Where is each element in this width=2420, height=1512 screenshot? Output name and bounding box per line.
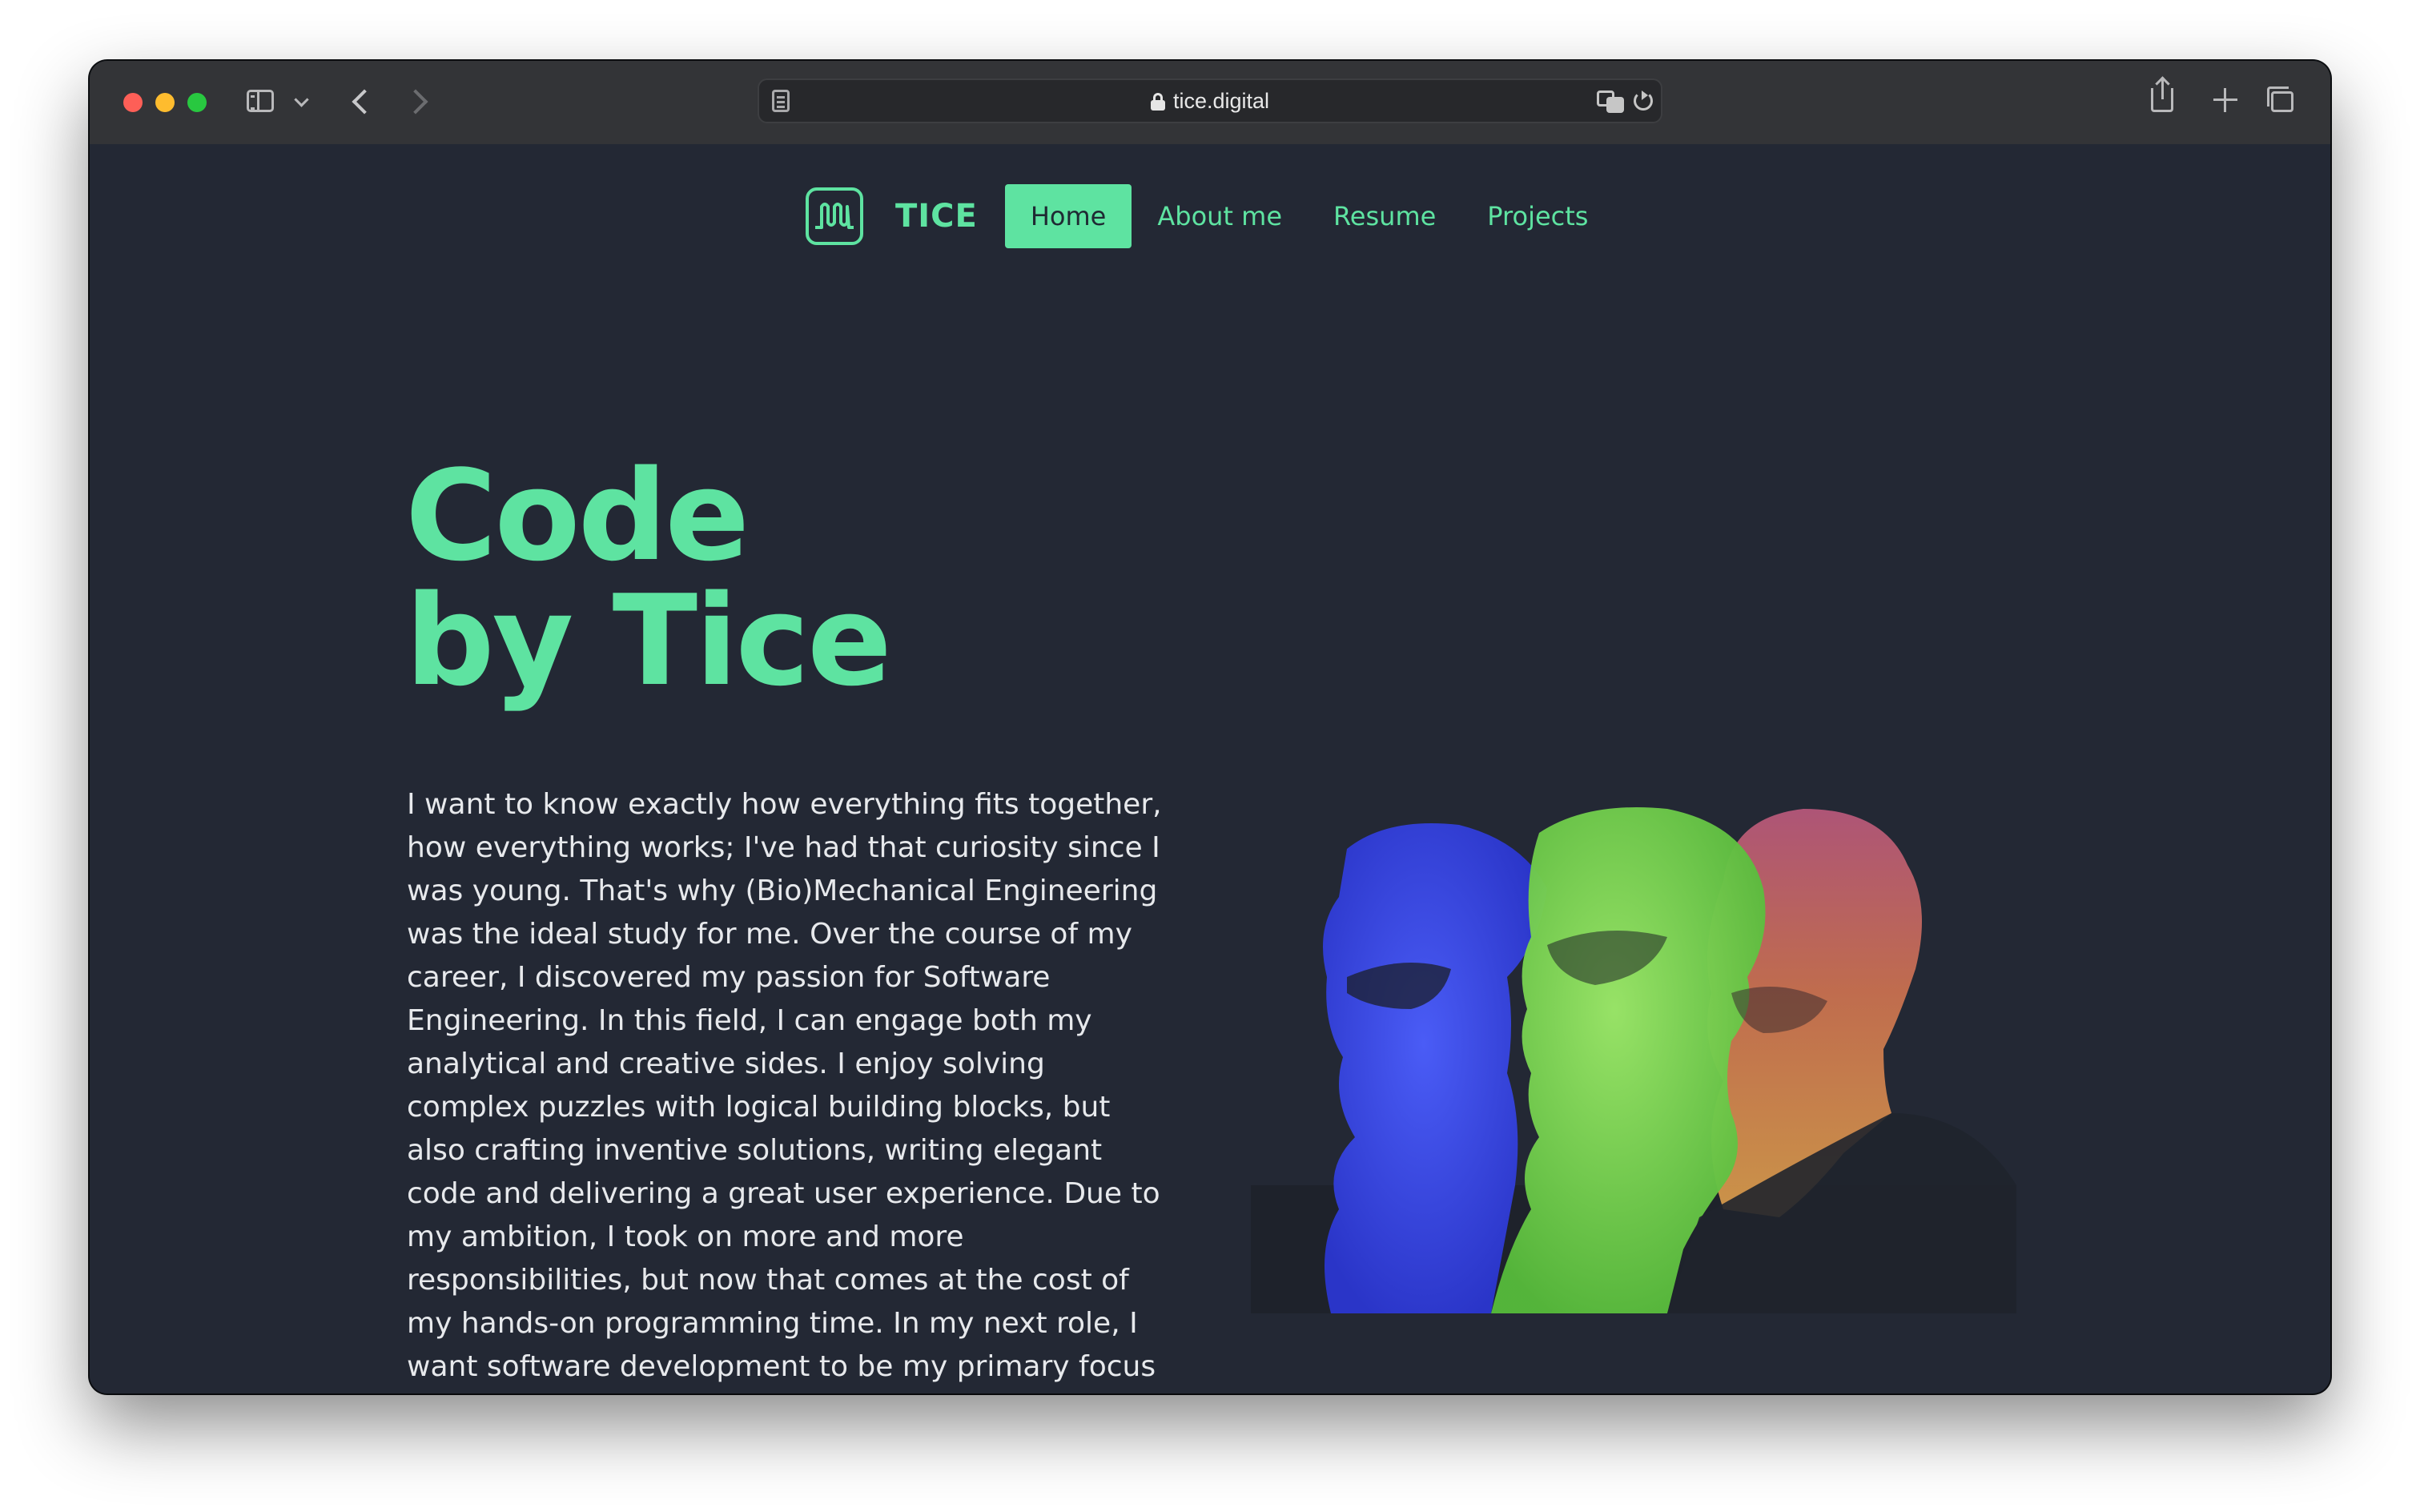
url-display[interactable]: tice.digital [759, 80, 1661, 122]
chevron-down-icon[interactable] [294, 92, 309, 107]
tri-color-portrait-image [1251, 807, 2016, 1313]
brand-name[interactable]: TICE [895, 198, 978, 235]
nav-item-resume[interactable]: Resume [1308, 184, 1461, 248]
lock-icon [1150, 93, 1165, 111]
web-page: TICE Home About me Resume Projects Code … [90, 144, 2330, 1393]
back-icon[interactable] [352, 89, 377, 115]
waveform-logo-icon-svg [815, 203, 854, 229]
site-nav: TICE Home About me Resume Projects [806, 184, 1614, 248]
nav-item-about-me[interactable]: About me [1132, 184, 1308, 248]
share-icon[interactable] [2151, 78, 2173, 112]
forward-icon[interactable] [403, 89, 428, 115]
minimize-window-button[interactable] [155, 93, 175, 112]
translate-icon[interactable] [1597, 90, 1626, 113]
tabs-overview-icon[interactable] [2267, 86, 2293, 112]
browser-window: tice.digital TICE Home About me Resume P… [90, 61, 2330, 1393]
hero-title: Code by Tice [405, 443, 892, 714]
new-tab-icon[interactable] [2213, 88, 2237, 112]
nav-item-home[interactable]: Home [1004, 184, 1132, 248]
hero-body-text: I want to know exactly how everything fi… [407, 788, 1162, 1383]
url-text: tice.digital [1172, 88, 1270, 113]
address-bar[interactable]: tice.digital [758, 78, 1662, 123]
waveform-logo-icon[interactable] [806, 187, 863, 245]
close-window-button[interactable] [123, 93, 143, 112]
hero-title-line2: by Tice [405, 568, 892, 714]
hero-title-line1: Code [405, 443, 750, 589]
zoom-window-button[interactable] [187, 93, 207, 112]
sidebar-icon[interactable] [247, 90, 274, 112]
nav-item-projects[interactable]: Projects [1461, 184, 1614, 248]
browser-toolbar: tice.digital [90, 61, 2330, 146]
reload-icon[interactable] [1634, 90, 1653, 111]
